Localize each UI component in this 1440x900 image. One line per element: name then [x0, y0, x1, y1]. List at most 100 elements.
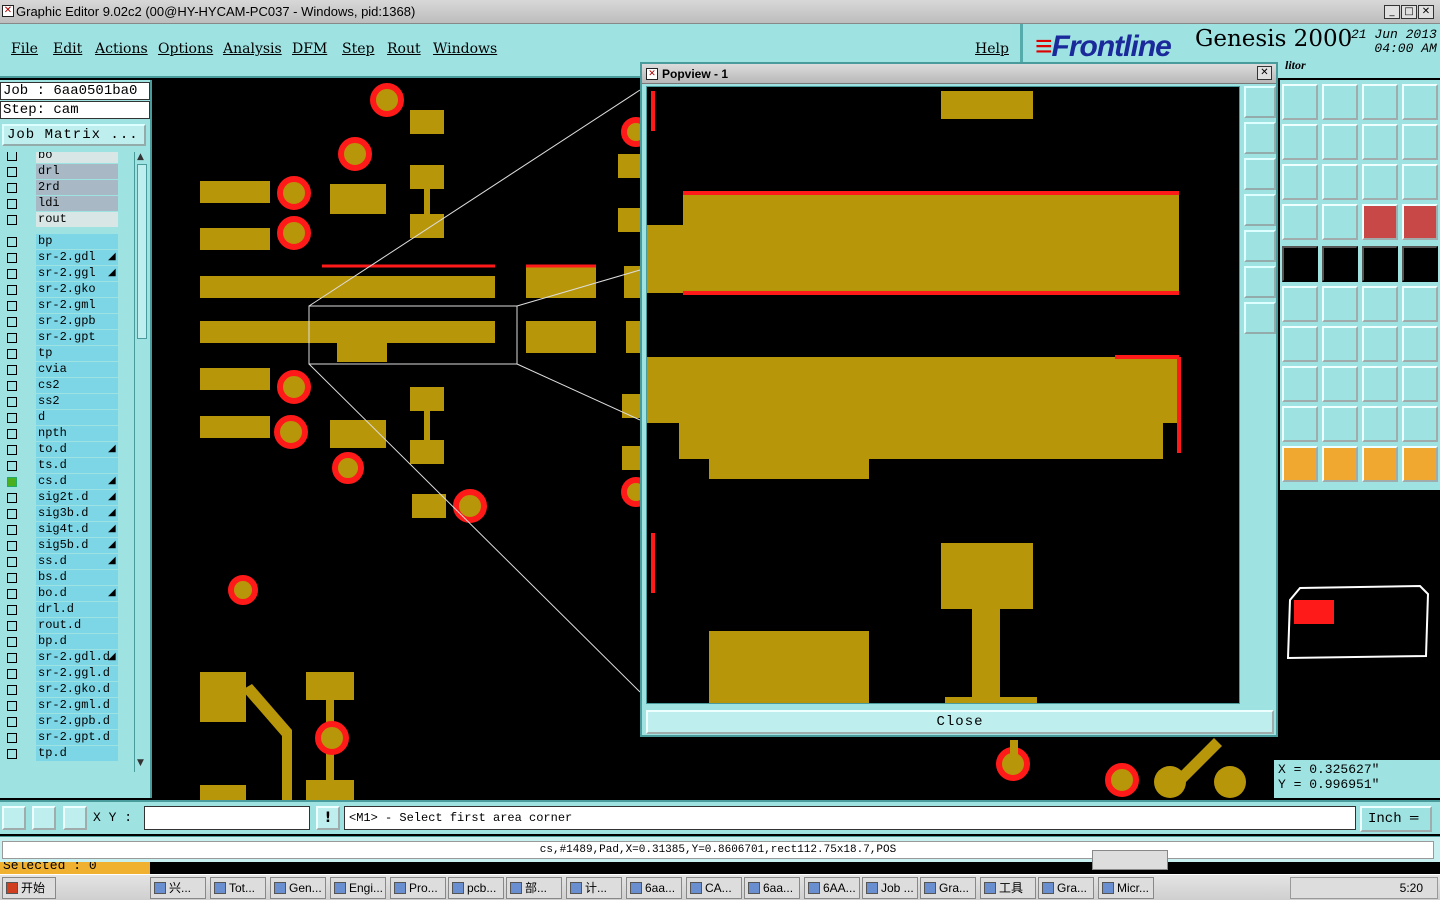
layer-checkbox[interactable] — [7, 589, 17, 599]
layer-row[interactable]: sr-2.gdl ◢ — [0, 250, 134, 266]
layer-checkbox[interactable] — [7, 669, 17, 679]
taskbar-item[interactable]: pcb... — [448, 877, 504, 899]
layer-row[interactable]: bp — [0, 234, 134, 250]
menu-actions[interactable]: Actions — [95, 41, 148, 57]
symbol-icon[interactable] — [1402, 326, 1438, 362]
layer-name[interactable]: tp.d — [36, 746, 118, 761]
taskbar-item[interactable]: Tot... — [210, 877, 266, 899]
taskbar-item[interactable]: 工具 — [980, 877, 1036, 899]
layer-checkbox[interactable] — [7, 509, 17, 519]
layer-name[interactable]: rout — [36, 212, 118, 227]
menu-edit[interactable]: Edit — [53, 41, 82, 57]
layer-row[interactable]: npth — [0, 426, 134, 442]
layer-row[interactable]: ldi — [0, 196, 134, 212]
grid-snap-icon[interactable] — [63, 806, 87, 830]
job-matrix-button[interactable]: Job Matrix ... — [2, 124, 146, 146]
layer-checkbox[interactable] — [7, 541, 17, 551]
layer-row[interactable]: sr-2.ggl.d — [0, 666, 134, 682]
layer-name[interactable]: bp — [36, 234, 118, 249]
layer-row[interactable]: sr-2.ggl ◢ — [0, 266, 134, 282]
layer-row[interactable]: sr-2.gpt.d — [0, 730, 134, 746]
minimize-button[interactable]: _ — [1384, 5, 1400, 19]
grid-icon[interactable] — [1402, 84, 1438, 120]
layer-name[interactable]: ldi — [36, 196, 118, 211]
layer-name[interactable]: ts.d — [36, 458, 118, 473]
layer-checkbox[interactable] — [7, 381, 17, 391]
scale-1-2-icon[interactable] — [1362, 164, 1398, 200]
layer-row[interactable]: tp — [0, 346, 134, 362]
layer-name[interactable]: sr-2.ggl — [36, 266, 118, 281]
menu-analysis[interactable]: Analysis — [223, 41, 282, 57]
layer-row[interactable]: tp.d — [0, 746, 134, 762]
layer-row[interactable]: ss2 — [0, 394, 134, 410]
layer-checkbox[interactable] — [7, 701, 17, 711]
ime-bar[interactable] — [1092, 850, 1168, 870]
layer-checkbox[interactable] — [7, 733, 17, 743]
dimension-icon[interactable] — [1362, 366, 1398, 402]
zoom-out-button[interactable] — [1244, 158, 1276, 190]
layer-checkbox[interactable] — [7, 285, 17, 295]
layer-row[interactable]: ss.d ◢ — [0, 554, 134, 570]
layer-checkbox[interactable] — [7, 253, 17, 263]
unit-selector[interactable]: Inch ═ — [1360, 806, 1432, 832]
nodes-icon[interactable] — [1282, 286, 1318, 322]
cross-icon[interactable] — [1322, 286, 1358, 322]
layer-name[interactable]: drl.d — [36, 602, 118, 617]
line-select-icon[interactable] — [1322, 246, 1358, 282]
line-icon[interactable] — [1322, 366, 1358, 402]
layer-checkbox[interactable] — [7, 573, 17, 583]
layer-checkbox[interactable] — [7, 199, 17, 209]
taskbar-item[interactable]: Pro... — [390, 877, 446, 899]
layer-checkbox[interactable] — [7, 429, 17, 439]
layer-checkbox[interactable] — [7, 301, 17, 311]
layer-name[interactable]: ss.d — [36, 554, 118, 569]
layer-name[interactable]: sr-2.gdl.d — [36, 650, 118, 665]
taskbar-item[interactable]: Micr... — [1098, 877, 1154, 899]
angle-icon[interactable] — [1282, 326, 1318, 362]
layer-row[interactable]: to.d ◢ — [0, 442, 134, 458]
help-icon[interactable] — [1402, 164, 1438, 200]
taskbar-item[interactable]: Engi... — [330, 877, 386, 899]
layer-name[interactable]: to.d — [36, 442, 118, 457]
scroll-thumb[interactable] — [137, 164, 147, 339]
triangle2-icon[interactable] — [1322, 406, 1358, 442]
layer-row[interactable]: d — [0, 410, 134, 426]
arc-icon[interactable] — [1362, 326, 1398, 362]
layer-row[interactable]: bo.d ◢ — [0, 586, 134, 602]
layer-checkbox[interactable] — [7, 653, 17, 663]
xy-input[interactable] — [144, 806, 310, 830]
pan-icon[interactable] — [1322, 164, 1358, 200]
layer-checkbox[interactable] — [7, 717, 17, 727]
layer-scrollbar[interactable]: ▲ ▼ — [134, 152, 150, 772]
layer-row[interactable]: cvia — [0, 362, 134, 378]
layer-checkbox[interactable] — [7, 621, 17, 631]
layer-checkbox[interactable] — [7, 637, 17, 647]
layer-name[interactable]: sig5b.d — [36, 538, 118, 553]
layer-checkbox[interactable] — [7, 557, 17, 567]
layer-name[interactable]: bp.d — [36, 634, 118, 649]
layer-row[interactable]: sr-2.gml.d — [0, 698, 134, 714]
layer-name[interactable]: sr-2.gpb — [36, 314, 118, 329]
layer-checkbox[interactable] — [7, 493, 17, 503]
ruler-icon[interactable] — [1362, 246, 1398, 282]
layer-name[interactable]: sr-2.gdl — [36, 250, 118, 265]
connect2-icon[interactable] — [1402, 286, 1438, 322]
layer-name[interactable]: bs.d — [36, 570, 118, 585]
view-home-icon[interactable] — [1282, 84, 1318, 120]
layer-checkbox[interactable] — [7, 269, 17, 279]
taskbar-item[interactable]: 兴... — [150, 877, 206, 899]
menu-options[interactable]: Options — [158, 41, 213, 57]
popview-canvas[interactable] — [646, 86, 1240, 704]
scroll-down-icon[interactable]: ▼ — [137, 758, 144, 768]
layer-name[interactable]: sr-2.gml.d — [36, 698, 118, 713]
layer-row[interactable]: 2rd — [0, 180, 134, 196]
taskbar-item[interactable]: Job ... — [862, 877, 918, 899]
pointer-circle-icon[interactable] — [1362, 446, 1398, 482]
swap-icon[interactable] — [1402, 124, 1438, 160]
layer-name[interactable]: bo.d — [36, 586, 118, 601]
popview-close-icon[interactable]: ✕ — [1257, 66, 1272, 80]
layer-row[interactable]: sig3b.d ◢ — [0, 506, 134, 522]
layer-name[interactable]: sr-2.gpt.d — [36, 730, 118, 745]
measure-red2-icon[interactable] — [1402, 204, 1438, 240]
layer-row[interactable]: sr-2.gpb — [0, 314, 134, 330]
